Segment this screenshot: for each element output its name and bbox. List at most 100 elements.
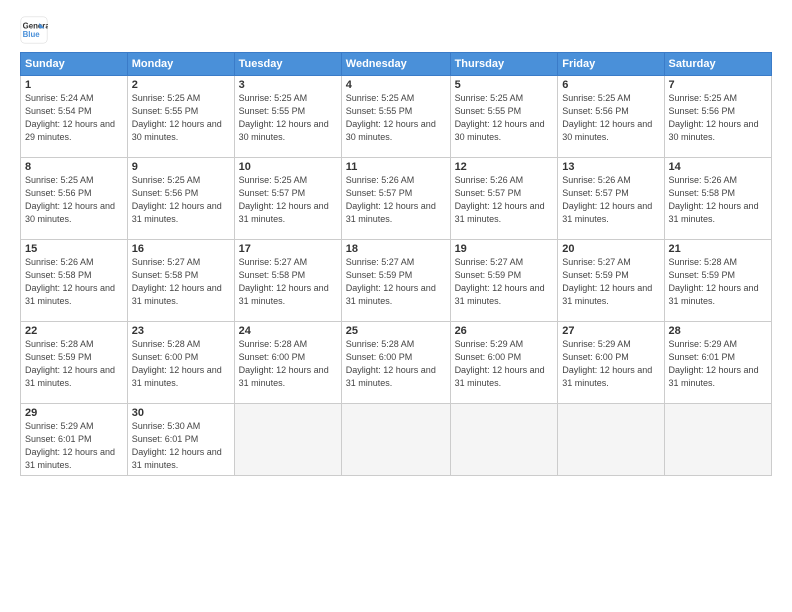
logo-icon: General Blue <box>20 16 48 44</box>
calendar-cell: 2Sunrise: 5:25 AMSunset: 5:55 PMDaylight… <box>127 76 234 158</box>
day-number: 2 <box>132 79 230 91</box>
header-saturday: Saturday <box>664 53 771 76</box>
day-number: 3 <box>239 79 337 91</box>
day-info: Sunrise: 5:25 AMSunset: 5:56 PMDaylight:… <box>25 174 123 226</box>
calendar-cell: 24Sunrise: 5:28 AMSunset: 6:00 PMDayligh… <box>234 322 341 404</box>
calendar-cell: 15Sunrise: 5:26 AMSunset: 5:58 PMDayligh… <box>21 240 128 322</box>
day-info: Sunrise: 5:24 AMSunset: 5:54 PMDaylight:… <box>25 92 123 144</box>
day-info: Sunrise: 5:27 AMSunset: 5:59 PMDaylight:… <box>346 256 446 308</box>
day-number: 28 <box>669 325 767 337</box>
calendar-cell: 8Sunrise: 5:25 AMSunset: 5:56 PMDaylight… <box>21 158 128 240</box>
day-number: 18 <box>346 243 446 255</box>
calendar-week-row: 29Sunrise: 5:29 AMSunset: 6:01 PMDayligh… <box>21 404 772 476</box>
day-number: 1 <box>25 79 123 91</box>
day-info: Sunrise: 5:25 AMSunset: 5:55 PMDaylight:… <box>132 92 230 144</box>
day-info: Sunrise: 5:28 AMSunset: 6:00 PMDaylight:… <box>346 338 446 390</box>
calendar-cell: 3Sunrise: 5:25 AMSunset: 5:55 PMDaylight… <box>234 76 341 158</box>
calendar-cell <box>341 404 450 476</box>
day-number: 19 <box>455 243 554 255</box>
calendar-cell: 21Sunrise: 5:28 AMSunset: 5:59 PMDayligh… <box>664 240 771 322</box>
day-info: Sunrise: 5:28 AMSunset: 6:00 PMDaylight:… <box>239 338 337 390</box>
day-info: Sunrise: 5:30 AMSunset: 6:01 PMDaylight:… <box>132 420 230 472</box>
logo: General Blue <box>20 16 48 44</box>
svg-text:Blue: Blue <box>23 30 41 39</box>
day-number: 4 <box>346 79 446 91</box>
day-info: Sunrise: 5:27 AMSunset: 5:58 PMDaylight:… <box>132 256 230 308</box>
calendar-cell <box>664 404 771 476</box>
day-number: 13 <box>562 161 659 173</box>
calendar-cell: 29Sunrise: 5:29 AMSunset: 6:01 PMDayligh… <box>21 404 128 476</box>
day-info: Sunrise: 5:26 AMSunset: 5:58 PMDaylight:… <box>25 256 123 308</box>
calendar-header-row: SundayMondayTuesdayWednesdayThursdayFrid… <box>21 53 772 76</box>
day-info: Sunrise: 5:28 AMSunset: 5:59 PMDaylight:… <box>25 338 123 390</box>
day-number: 6 <box>562 79 659 91</box>
calendar-cell: 16Sunrise: 5:27 AMSunset: 5:58 PMDayligh… <box>127 240 234 322</box>
calendar-cell: 9Sunrise: 5:25 AMSunset: 5:56 PMDaylight… <box>127 158 234 240</box>
day-info: Sunrise: 5:26 AMSunset: 5:58 PMDaylight:… <box>669 174 767 226</box>
calendar-cell: 18Sunrise: 5:27 AMSunset: 5:59 PMDayligh… <box>341 240 450 322</box>
day-info: Sunrise: 5:27 AMSunset: 5:58 PMDaylight:… <box>239 256 337 308</box>
header-friday: Friday <box>558 53 664 76</box>
day-number: 29 <box>25 407 123 419</box>
calendar-cell: 1Sunrise: 5:24 AMSunset: 5:54 PMDaylight… <box>21 76 128 158</box>
calendar-cell: 20Sunrise: 5:27 AMSunset: 5:59 PMDayligh… <box>558 240 664 322</box>
day-info: Sunrise: 5:25 AMSunset: 5:56 PMDaylight:… <box>669 92 767 144</box>
day-number: 26 <box>455 325 554 337</box>
day-info: Sunrise: 5:27 AMSunset: 5:59 PMDaylight:… <box>455 256 554 308</box>
calendar-cell: 28Sunrise: 5:29 AMSunset: 6:01 PMDayligh… <box>664 322 771 404</box>
day-info: Sunrise: 5:26 AMSunset: 5:57 PMDaylight:… <box>562 174 659 226</box>
calendar-cell: 5Sunrise: 5:25 AMSunset: 5:55 PMDaylight… <box>450 76 558 158</box>
calendar-cell: 17Sunrise: 5:27 AMSunset: 5:58 PMDayligh… <box>234 240 341 322</box>
day-info: Sunrise: 5:28 AMSunset: 5:59 PMDaylight:… <box>669 256 767 308</box>
calendar-cell: 23Sunrise: 5:28 AMSunset: 6:00 PMDayligh… <box>127 322 234 404</box>
day-number: 16 <box>132 243 230 255</box>
calendar-cell: 25Sunrise: 5:28 AMSunset: 6:00 PMDayligh… <box>341 322 450 404</box>
calendar-week-row: 22Sunrise: 5:28 AMSunset: 5:59 PMDayligh… <box>21 322 772 404</box>
calendar-cell <box>450 404 558 476</box>
calendar-cell: 6Sunrise: 5:25 AMSunset: 5:56 PMDaylight… <box>558 76 664 158</box>
calendar-cell: 30Sunrise: 5:30 AMSunset: 6:01 PMDayligh… <box>127 404 234 476</box>
day-info: Sunrise: 5:29 AMSunset: 6:01 PMDaylight:… <box>25 420 123 472</box>
day-number: 7 <box>669 79 767 91</box>
day-number: 20 <box>562 243 659 255</box>
header: General Blue <box>20 16 772 44</box>
day-number: 24 <box>239 325 337 337</box>
header-sunday: Sunday <box>21 53 128 76</box>
calendar-cell: 22Sunrise: 5:28 AMSunset: 5:59 PMDayligh… <box>21 322 128 404</box>
day-number: 23 <box>132 325 230 337</box>
calendar-week-row: 1Sunrise: 5:24 AMSunset: 5:54 PMDaylight… <box>21 76 772 158</box>
calendar-cell: 14Sunrise: 5:26 AMSunset: 5:58 PMDayligh… <box>664 158 771 240</box>
day-info: Sunrise: 5:25 AMSunset: 5:56 PMDaylight:… <box>132 174 230 226</box>
svg-text:General: General <box>23 21 48 30</box>
calendar-cell: 19Sunrise: 5:27 AMSunset: 5:59 PMDayligh… <box>450 240 558 322</box>
day-number: 11 <box>346 161 446 173</box>
day-info: Sunrise: 5:27 AMSunset: 5:59 PMDaylight:… <box>562 256 659 308</box>
day-info: Sunrise: 5:25 AMSunset: 5:56 PMDaylight:… <box>562 92 659 144</box>
day-number: 10 <box>239 161 337 173</box>
header-tuesday: Tuesday <box>234 53 341 76</box>
calendar-cell: 4Sunrise: 5:25 AMSunset: 5:55 PMDaylight… <box>341 76 450 158</box>
calendar-cell: 26Sunrise: 5:29 AMSunset: 6:00 PMDayligh… <box>450 322 558 404</box>
day-number: 25 <box>346 325 446 337</box>
day-number: 27 <box>562 325 659 337</box>
day-number: 14 <box>669 161 767 173</box>
calendar-cell <box>234 404 341 476</box>
calendar-cell: 27Sunrise: 5:29 AMSunset: 6:00 PMDayligh… <box>558 322 664 404</box>
day-info: Sunrise: 5:25 AMSunset: 5:57 PMDaylight:… <box>239 174 337 226</box>
day-info: Sunrise: 5:29 AMSunset: 6:01 PMDaylight:… <box>669 338 767 390</box>
calendar-cell: 10Sunrise: 5:25 AMSunset: 5:57 PMDayligh… <box>234 158 341 240</box>
day-number: 5 <box>455 79 554 91</box>
calendar-cell: 7Sunrise: 5:25 AMSunset: 5:56 PMDaylight… <box>664 76 771 158</box>
day-info: Sunrise: 5:25 AMSunset: 5:55 PMDaylight:… <box>239 92 337 144</box>
header-thursday: Thursday <box>450 53 558 76</box>
day-info: Sunrise: 5:26 AMSunset: 5:57 PMDaylight:… <box>455 174 554 226</box>
day-info: Sunrise: 5:29 AMSunset: 6:00 PMDaylight:… <box>455 338 554 390</box>
calendar-cell: 11Sunrise: 5:26 AMSunset: 5:57 PMDayligh… <box>341 158 450 240</box>
day-number: 12 <box>455 161 554 173</box>
day-number: 8 <box>25 161 123 173</box>
day-number: 15 <box>25 243 123 255</box>
calendar-cell: 12Sunrise: 5:26 AMSunset: 5:57 PMDayligh… <box>450 158 558 240</box>
day-info: Sunrise: 5:26 AMSunset: 5:57 PMDaylight:… <box>346 174 446 226</box>
day-info: Sunrise: 5:28 AMSunset: 6:00 PMDaylight:… <box>132 338 230 390</box>
day-info: Sunrise: 5:25 AMSunset: 5:55 PMDaylight:… <box>455 92 554 144</box>
